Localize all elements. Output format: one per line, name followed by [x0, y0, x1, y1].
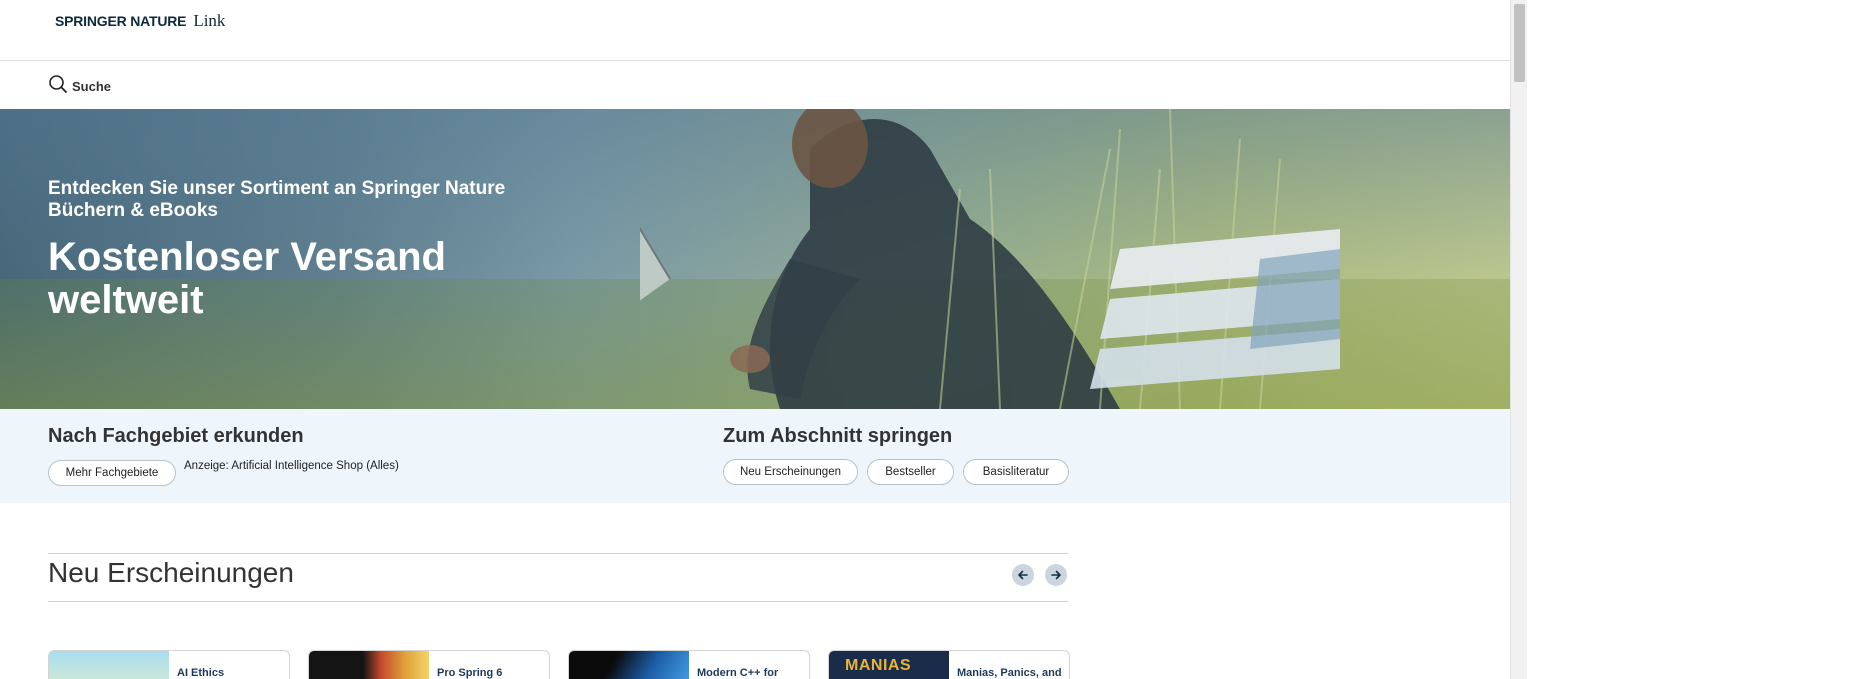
- page: SPRINGER NATURE Link Suche Entdecken Sie…: [0, 0, 1510, 679]
- arrow-right-icon: [1051, 570, 1061, 580]
- explore-subjects-heading: Nach Fachgebiet erkunden: [48, 425, 304, 447]
- jump-basic-literature-button[interactable]: Basisliteratur: [963, 459, 1069, 485]
- hero-subtitle: Entdecken Sie unser Sortiment an Springe…: [48, 178, 506, 221]
- section-bottom-divider: [48, 601, 1068, 602]
- navigation-band: Nach Fachgebiet erkunden Mehr Fachgebiet…: [0, 409, 1510, 503]
- more-subjects-button[interactable]: Mehr Fachgebiete: [48, 460, 176, 486]
- jump-new-releases-button[interactable]: Neu Erscheinungen: [723, 459, 858, 485]
- springer-nature-link-logo[interactable]: SPRINGER NATURE Link: [55, 11, 225, 31]
- page-scrollbar[interactable]: [1510, 0, 1527, 679]
- arrow-left-icon: [1018, 570, 1028, 580]
- search-label: Suche: [72, 79, 112, 94]
- top-bar: SPRINGER NATURE Link: [0, 0, 1510, 61]
- logo-brand-text: SPRINGER NATURE: [55, 13, 187, 29]
- book-cover: MANIAS: [829, 651, 949, 679]
- hero-banner: Entdecken Sie unser Sortiment an Springe…: [0, 109, 1510, 409]
- new-releases-heading: Neu Erscheinungen: [48, 557, 294, 588]
- book-card[interactable]: Modern C++ for: [568, 650, 810, 679]
- section-top-divider: [48, 553, 1068, 554]
- carousel-next-button[interactable]: [1045, 564, 1067, 586]
- book-cover: [569, 651, 689, 679]
- hero-title: Kostenloser Versand weltweit: [48, 235, 446, 322]
- ai-shop-ad-link[interactable]: Anzeige: Artificial Intelligence Shop (A…: [184, 460, 399, 472]
- search-button[interactable]: Suche: [48, 74, 111, 99]
- book-card[interactable]: AI Ethics: [48, 650, 290, 679]
- jump-bestseller-button[interactable]: Bestseller: [867, 459, 954, 485]
- search-icon: [48, 74, 68, 99]
- book-card[interactable]: Pro Spring 6: [308, 650, 550, 679]
- scrollbar-thumb[interactable]: [1514, 4, 1525, 82]
- book-cover: [309, 651, 429, 679]
- hero-image-man-reading-on-bench: [640, 109, 1340, 409]
- book-title: AI Ethics: [177, 667, 225, 679]
- book-title: Manias, Panics, and: [957, 667, 1062, 679]
- jump-to-section-heading: Zum Abschnitt springen: [723, 425, 953, 447]
- book-title: Modern C++ for: [697, 667, 779, 679]
- book-cover: [49, 651, 169, 679]
- book-card[interactable]: MANIAS Manias, Panics, and: [828, 650, 1070, 679]
- book-cover-text: MANIAS: [845, 657, 912, 674]
- logo-product-text: Link: [193, 11, 226, 30]
- book-title: Pro Spring 6: [437, 667, 503, 679]
- search-bar: Suche: [0, 61, 1510, 108]
- carousel-prev-button[interactable]: [1012, 564, 1034, 586]
